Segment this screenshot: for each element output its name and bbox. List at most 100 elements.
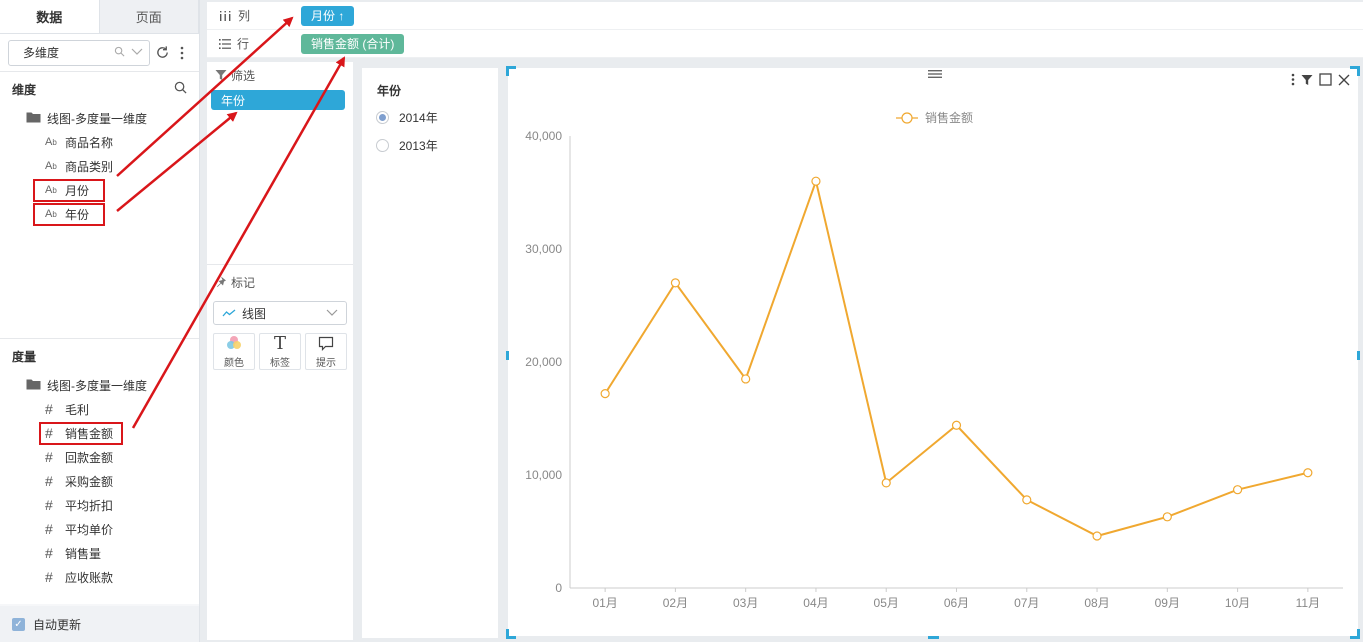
columns-icon xyxy=(220,10,231,21)
number-field-icon: # xyxy=(45,425,53,441)
measure-folder[interactable]: 线图-多度量一维度 xyxy=(0,373,199,397)
text-label-icon: T xyxy=(273,332,286,354)
series-line xyxy=(604,177,1309,538)
dataset-toolbar: 多维度 xyxy=(0,34,199,72)
resize-handle[interactable] xyxy=(1357,351,1360,360)
checkbox-checked-icon[interactable]: ✓ xyxy=(12,617,25,631)
dimension-field[interactable]: Ab 商品名称 xyxy=(0,130,199,154)
dimension-field[interactable]: Ab 年份 xyxy=(0,202,199,226)
resize-handle[interactable] xyxy=(928,636,939,639)
data-panel: 数据 页面 多维度 维度 线图-多度量一维度 Ab 商品名称 Ab 商品类别 A… xyxy=(0,0,200,642)
dimension-field-label: 月份 xyxy=(65,183,90,198)
data-point xyxy=(881,478,891,488)
x-tick-label: 10月 xyxy=(1225,596,1250,610)
rows-icon xyxy=(219,38,231,49)
measure-field-label: 采购金额 xyxy=(65,474,114,489)
highlight-box: Ab 月份 xyxy=(32,178,106,202)
measure-field[interactable]: # 应收账款 xyxy=(0,565,199,589)
filter-chip-year[interactable]: 年份 xyxy=(211,90,345,110)
line-chart-widget[interactable]: 0 10,000 20,000 30,000 40,000 01月 02月 03月 04月 05月… xyxy=(508,68,1358,636)
data-point xyxy=(1303,468,1313,478)
columns-shelf[interactable]: 列 月份 ↑ xyxy=(207,2,1363,30)
mark-label-button[interactable]: T 标签 xyxy=(259,333,301,370)
filter-mark-panel: 筛选 年份 标记 线图 颜色 T 标签 提示 xyxy=(207,62,353,640)
auto-update-toggle[interactable]: ✓ 自动更新 xyxy=(0,606,199,642)
data-point xyxy=(1022,495,1032,505)
dimension-folder[interactable]: 线图-多度量一维度 xyxy=(0,106,199,130)
text-field-icon: Ab xyxy=(45,160,57,172)
dimension-field[interactable]: Ab 商品类别 xyxy=(0,154,199,178)
refresh-icon[interactable] xyxy=(154,45,170,61)
x-tick-label: 09月 xyxy=(1155,596,1180,610)
year-filter-title: 年份 xyxy=(377,84,402,98)
text-field-icon: Ab xyxy=(45,208,57,220)
rows-pill-sales-amount[interactable]: 销售金额 (合计) xyxy=(301,33,405,54)
year-option-2013[interactable]: 2013年 xyxy=(376,137,438,154)
x-tick-label: 07月 xyxy=(1014,596,1039,610)
measure-field[interactable]: # 毛利 xyxy=(0,397,199,421)
resize-handle[interactable] xyxy=(506,351,509,360)
rows-shelf-label: 行 xyxy=(219,35,293,52)
y-tick-label: 20,000 xyxy=(525,355,562,369)
y-tick-label: 30,000 xyxy=(525,242,562,256)
field-wrap: # 采购金额 xyxy=(41,472,121,491)
folder-icon xyxy=(26,378,41,393)
tab-data[interactable]: 数据 xyxy=(0,0,100,33)
chart-type-value: 线图 xyxy=(242,306,267,321)
radio-unselected-icon[interactable] xyxy=(376,139,389,152)
mark-color-button[interactable]: 颜色 xyxy=(213,333,255,370)
measure-field[interactable]: # 采购金额 xyxy=(0,469,199,493)
panel-tabs: 数据 页面 xyxy=(0,0,199,34)
field-wrap: Ab 商品类别 xyxy=(35,157,127,176)
filter-icon xyxy=(215,70,227,80)
number-field-icon: # xyxy=(45,497,53,513)
number-field-icon: # xyxy=(45,545,53,561)
chart-type-select[interactable]: 线图 xyxy=(213,301,347,325)
dimension-field-label: 商品类别 xyxy=(65,159,114,174)
data-point xyxy=(1162,512,1172,522)
more-vertical-icon[interactable] xyxy=(174,45,190,61)
measure-title: 度量 xyxy=(0,339,199,373)
tab-page[interactable]: 页面 xyxy=(99,0,199,33)
dimension-folder-label: 线图-多度量一维度 xyxy=(47,111,147,126)
resize-handle[interactable] xyxy=(506,629,516,639)
measure-field-label: 销售量 xyxy=(65,546,102,561)
chevron-down-icon[interactable] xyxy=(131,47,143,59)
x-tick-label: 01月 xyxy=(592,596,617,610)
measure-folder-label: 线图-多度量一维度 xyxy=(47,378,147,393)
measure-field[interactable]: # 销售金额 xyxy=(0,421,199,445)
data-point xyxy=(1092,531,1102,541)
search-icon[interactable] xyxy=(174,81,187,97)
measure-field[interactable]: # 平均折扣 xyxy=(0,493,199,517)
data-point xyxy=(741,374,751,384)
columns-pill-month[interactable]: 月份 ↑ xyxy=(301,5,355,26)
rows-label-text: 行 xyxy=(237,37,250,51)
measure-field[interactable]: # 销售量 xyxy=(0,541,199,565)
rows-shelf[interactable]: 行 销售金额 (合计) xyxy=(207,30,1363,58)
data-point xyxy=(951,420,962,430)
measure-field[interactable]: # 平均单价 xyxy=(0,517,199,541)
measure-field-label: 平均单价 xyxy=(65,522,114,537)
auto-update-label: 自动更新 xyxy=(33,617,82,632)
text-field-icon: Ab xyxy=(45,136,57,148)
dimension-field[interactable]: Ab 月份 xyxy=(0,178,199,202)
field-wrap: # 回款金额 xyxy=(41,448,121,467)
data-point xyxy=(811,176,821,186)
dataset-select[interactable]: 多维度 xyxy=(8,39,150,66)
field-wrap: # 平均折扣 xyxy=(41,496,121,515)
mark-tooltip-button[interactable]: 提示 xyxy=(305,333,347,370)
x-tick-label: 04月 xyxy=(803,596,828,610)
resize-handle[interactable] xyxy=(1350,629,1360,639)
data-point xyxy=(600,389,610,399)
search-icon[interactable] xyxy=(114,46,125,60)
radio-selected-icon[interactable] xyxy=(376,111,389,124)
year-option-2014[interactable]: 2014年 xyxy=(376,109,438,126)
measure-field[interactable]: # 回款金额 xyxy=(0,445,199,469)
measure-field-label: 平均折扣 xyxy=(65,498,114,513)
resize-handle[interactable] xyxy=(1350,66,1360,76)
x-tick-label: 03月 xyxy=(733,596,758,610)
resize-handle[interactable] xyxy=(506,66,516,76)
year-option-label: 2013年 xyxy=(399,139,438,153)
x-tick-label: 08月 xyxy=(1084,596,1109,610)
mark-title-text: 标记 xyxy=(231,275,256,290)
